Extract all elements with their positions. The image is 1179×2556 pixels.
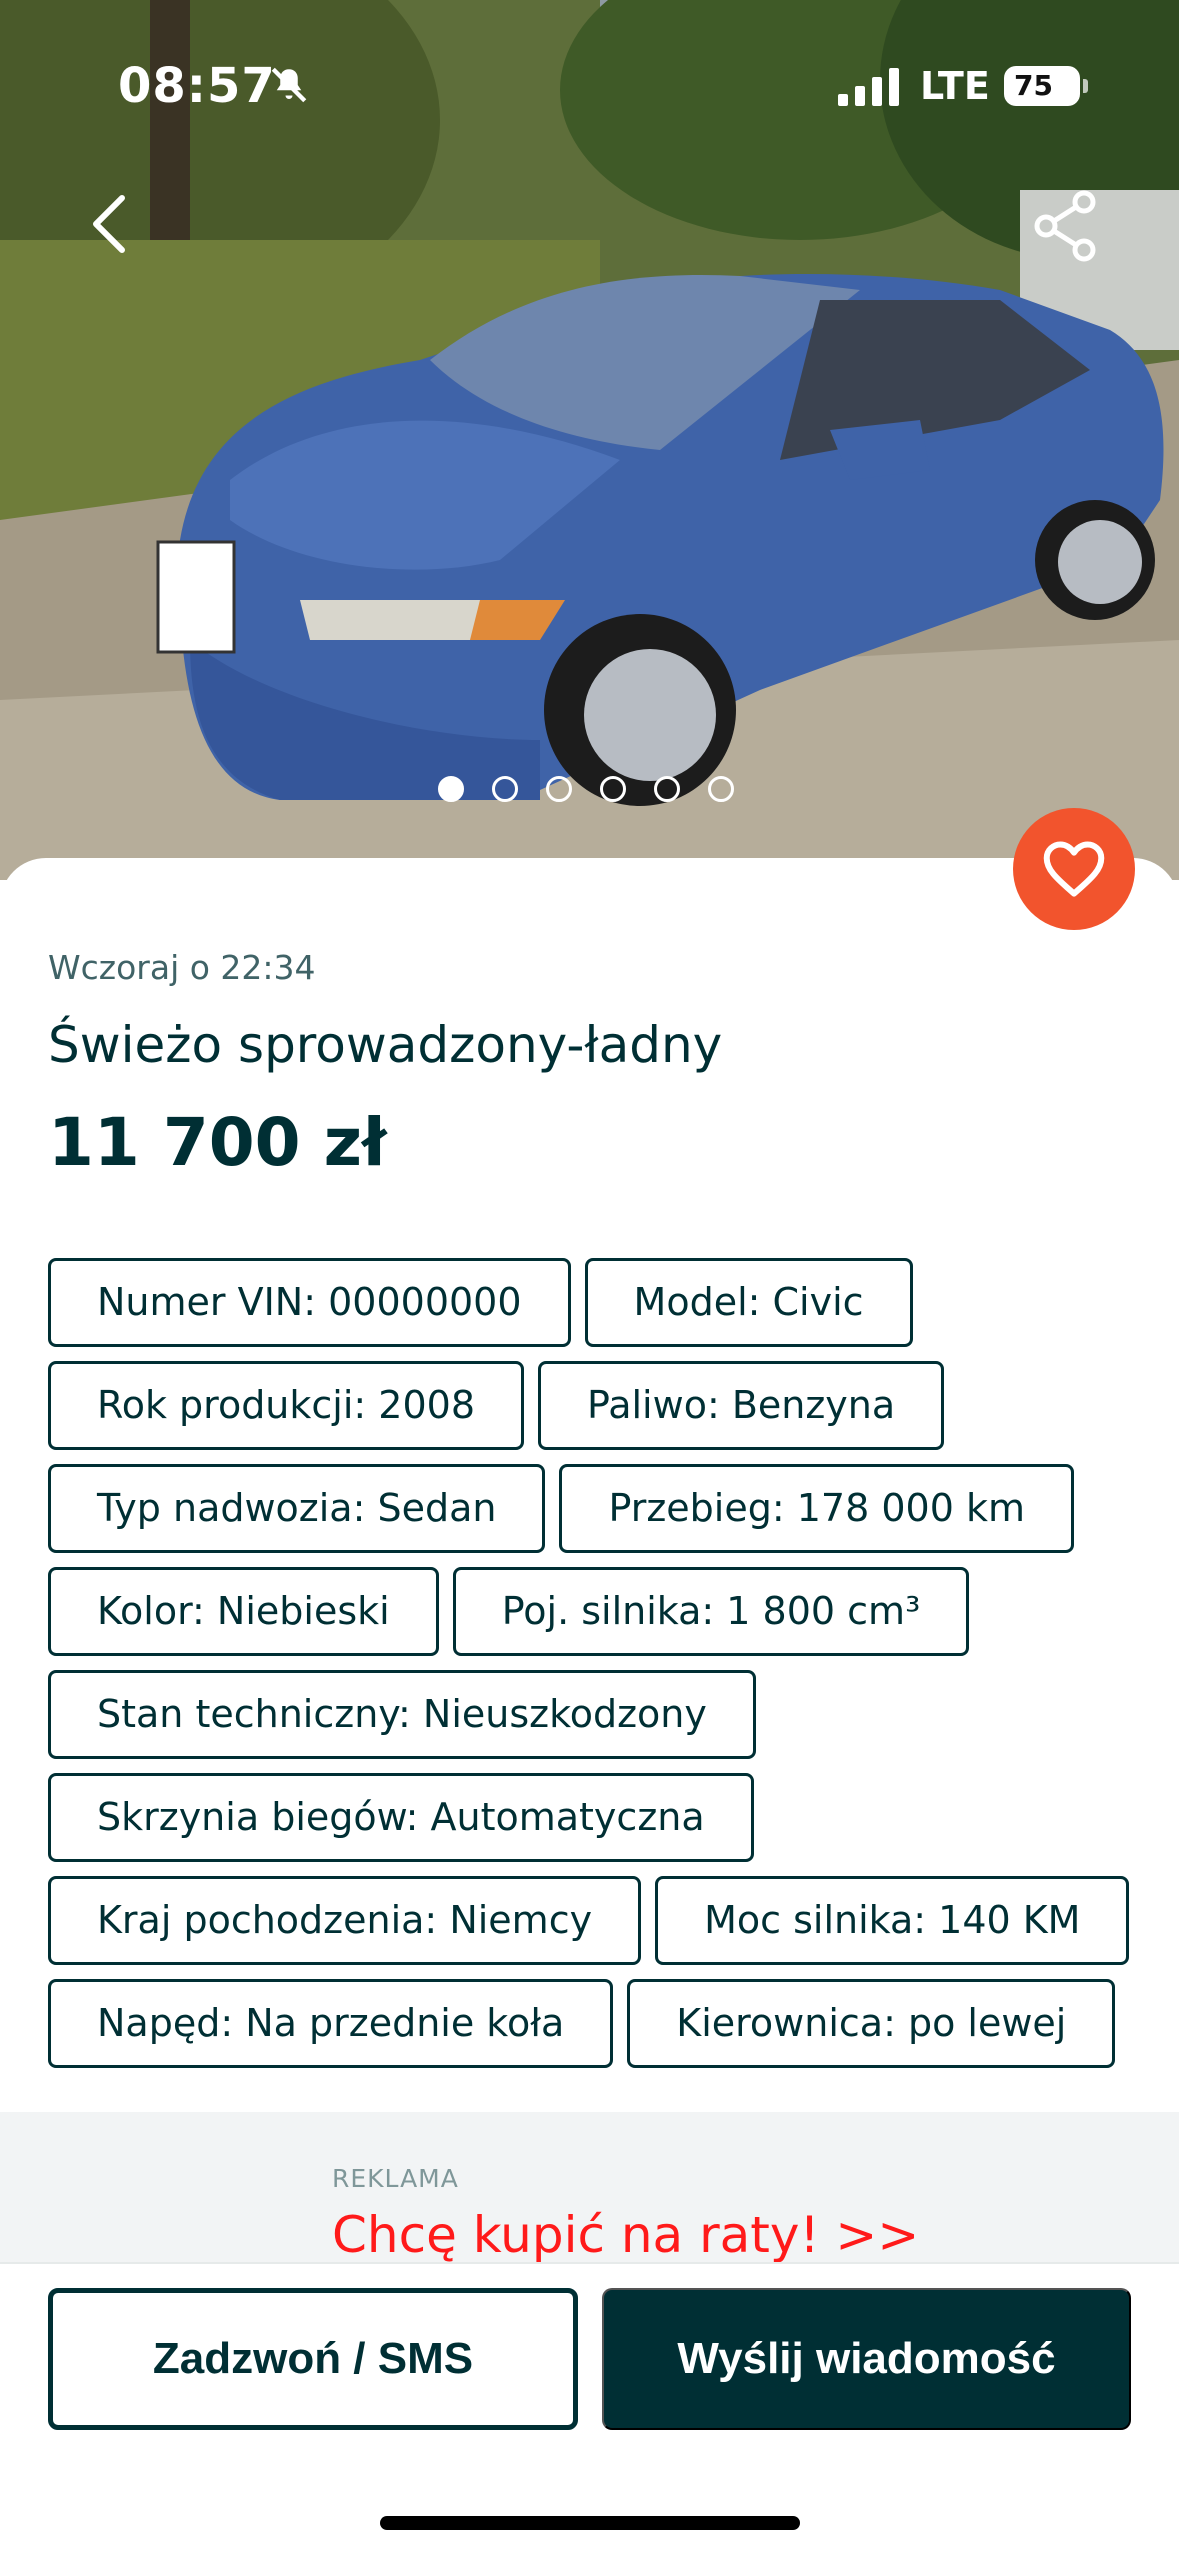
attribute-chip: Stan techniczny: Nieuszkodzony	[48, 1670, 756, 1759]
status-time: 08:57	[118, 58, 276, 114]
listing-price: 11 700 zł	[48, 1104, 387, 1181]
back-button[interactable]	[72, 184, 152, 264]
ad-label: REKLAMA	[332, 2164, 459, 2193]
battery-indicator: 75	[1004, 66, 1088, 106]
chevron-left-icon	[93, 195, 125, 253]
send-message-button[interactable]: Wyślij wiadomość	[602, 2288, 1131, 2430]
pager-dot[interactable]	[546, 776, 572, 802]
attribute-chip: Przebieg: 178 000 km	[559, 1464, 1074, 1553]
attribute-chip: Skrzynia biegów: Automatyczna	[48, 1773, 754, 1862]
attribute-chip: Kraj pochodzenia: Niemcy	[48, 1876, 642, 1965]
listing-photo[interactable]: 08:57 LTE 75	[0, 0, 1179, 880]
attribute-chip: Rok produkcji: 2008	[48, 1361, 524, 1450]
attribute-chip: Typ nadwozia: Sedan	[48, 1464, 546, 1553]
listing-title: Świeżo sprowadzony-ładny	[48, 1016, 723, 1074]
attribute-chip: Moc silnika: 140 KM	[655, 1876, 1130, 1965]
attribute-chips: Numer VIN: 00000000 Model: Civic Rok produ…	[48, 1258, 1148, 2068]
share-icon	[1034, 190, 1096, 262]
attribute-chip: Napęd: Na przednie koła	[48, 1979, 614, 2068]
pager-dot[interactable]	[600, 776, 626, 802]
signal-strength-icon	[838, 68, 899, 106]
status-bar: 08:57 LTE 75	[0, 0, 1179, 170]
ad-link[interactable]: Chcę kupić na raty! >>	[332, 2206, 919, 2264]
home-indicator[interactable]	[380, 2516, 800, 2530]
attribute-chip: Numer VIN: 00000000	[48, 1258, 571, 1347]
pager-dot[interactable]	[708, 776, 734, 802]
attribute-chip: Poj. silnika: 1 800 cm³	[452, 1567, 970, 1656]
battery-level: 75	[1014, 69, 1053, 102]
heart-icon	[1043, 841, 1105, 897]
call-sms-button[interactable]: Zadzwoń / SMS	[48, 2288, 578, 2430]
pager-dot[interactable]	[438, 776, 464, 802]
pager-dot[interactable]	[492, 776, 518, 802]
posted-date: Wczoraj o 22:34	[48, 948, 316, 987]
network-label: LTE	[920, 64, 990, 108]
favorite-button[interactable]	[1013, 808, 1135, 930]
pager-dot[interactable]	[654, 776, 680, 802]
attribute-chip: Paliwo: Benzyna	[538, 1361, 945, 1450]
share-button[interactable]	[1026, 186, 1106, 266]
bell-slash-icon	[271, 67, 307, 103]
attribute-chip: Kierownica: po lewej	[627, 1979, 1116, 2068]
photo-pager[interactable]	[438, 776, 734, 802]
attribute-chip: Kolor: Niebieski	[48, 1567, 439, 1656]
attribute-chip: Model: Civic	[584, 1258, 913, 1347]
